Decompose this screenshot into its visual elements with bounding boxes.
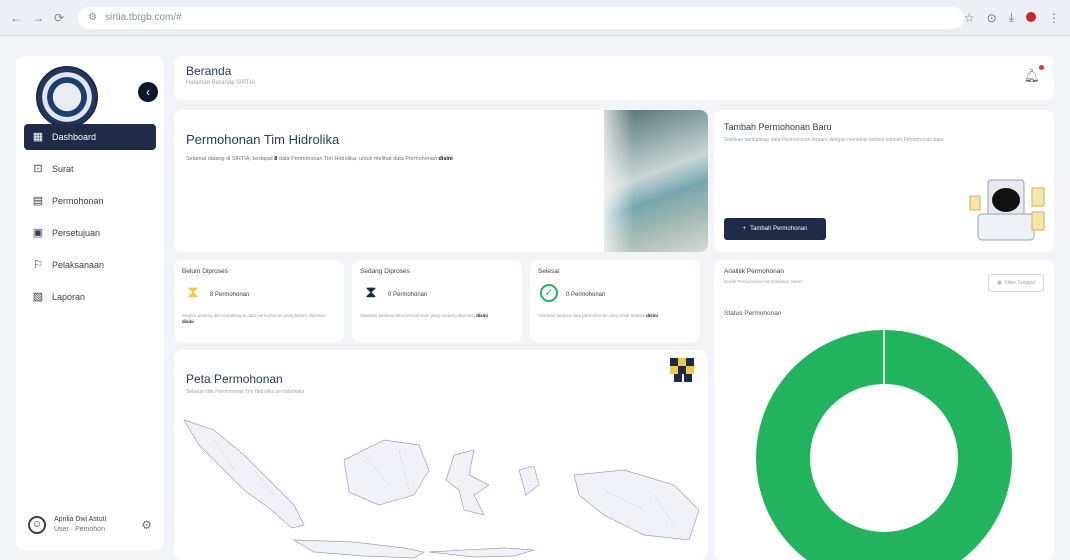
status-card-note: Silahkan periksa data permohonan yang se… — [360, 313, 488, 318]
sidebar-item-label: Persetujuan — [52, 228, 101, 238]
menu-icon[interactable]: ⋮ — [1048, 11, 1060, 25]
status-card-link[interactable]: disini — [182, 319, 194, 324]
gear-icon[interactable]: ⚙ — [141, 518, 152, 532]
map-logo-icon — [670, 358, 694, 382]
collapse-sidebar-button[interactable]: ‹ — [138, 82, 158, 102]
address-bar[interactable]: ⚙ sirtia.tbrgb.com/# — [78, 6, 964, 29]
user-name: Aprilia Dwi Astuti — [54, 516, 107, 523]
add-request-button[interactable]: + Tambah Permohonan — [724, 218, 826, 240]
document-icon: ▤ — [32, 195, 44, 207]
add-card-description: Silahkan tambahkan data Permohonan terba… — [724, 137, 944, 143]
hero-card: Permohonan Tim Hidrolika Selamat datang … — [174, 110, 708, 252]
sidebar-item-permohonan[interactable]: ▤ Permohonan — [24, 188, 156, 214]
avatar: ☺ — [28, 516, 46, 534]
status-card-link[interactable]: disini — [646, 313, 658, 318]
sidebar-item-label: Surat — [52, 164, 74, 174]
forward-icon[interactable]: → — [32, 11, 44, 25]
file-check-icon: ▣ — [32, 227, 44, 239]
user-role: User · Pemohon — [54, 526, 105, 533]
hourglass-icon: ⧗ — [365, 284, 377, 301]
grid-icon: ▦ — [32, 131, 44, 143]
inbox-icon: ⊡ — [33, 163, 43, 175]
browser-toolbar: ← → ⟳ ⚙ sirtia.tbrgb.com/# ☆ ⊙ ⤓ ⋮ — [0, 0, 1070, 36]
calendar-icon: ▦ — [997, 280, 1002, 286]
map-description: Sebaran titik Permohonan Tim Hidrolika s… — [186, 389, 305, 395]
donut-slice-belum-diproses[interactable] — [756, 330, 1012, 560]
map-region-java — [292, 539, 425, 559]
indonesia-map[interactable] — [174, 400, 708, 560]
analytics-description: Grafik Permohonan berdasarkan status — [724, 279, 803, 284]
status-card-label: Selesai — [538, 268, 560, 275]
sidebar-item-label: Laporan — [52, 292, 86, 302]
filter-date-label: Filter Tanggal — [1004, 280, 1035, 286]
status-donut-chart — [756, 330, 1012, 560]
add-card-title: Tambah Permohonan Baru — [724, 122, 832, 132]
plus-icon: + — [742, 226, 747, 232]
map-region-maluku — [518, 465, 540, 496]
sidebar-item-surat[interactable]: ⊡ Surat — [24, 156, 156, 182]
map-title: Peta Permohonan — [186, 372, 283, 386]
chart-title: Status Permohonan — [724, 310, 782, 317]
hero-link[interactable]: disini — [438, 156, 452, 162]
map-region-sulawesi — [445, 449, 490, 516]
filter-date-button[interactable]: ▦ Filter Tanggal — [988, 274, 1044, 292]
download-icon[interactable]: ⤓ — [1009, 10, 1014, 25]
hero-title: Permohonan Tim Hidrolika — [186, 132, 340, 147]
sidebar-item-laporan[interactable]: ▧ Laporan — [24, 284, 156, 310]
status-card-link[interactable]: disini — [476, 313, 488, 318]
status-card-count: 0 Permohonan — [388, 292, 428, 298]
notification-dot — [1039, 65, 1044, 70]
add-request-label: Tambah Permohonan — [750, 226, 808, 232]
sidebar-menu: ▦ Dashboard ⊡ Surat ▤ Permohonan ▣ Persetujuan ⚐… — [24, 124, 156, 316]
map-region-kalimantan — [343, 439, 430, 506]
flag-icon: ⚐ — [33, 259, 43, 271]
status-card-count: 0 Permohonan — [566, 292, 606, 298]
extensions-icon[interactable]: ⊙ — [987, 11, 997, 25]
sidebar-item-label: Dashboard — [52, 132, 97, 142]
profile-icon[interactable] — [1026, 11, 1036, 25]
page-title: Beranda — [186, 64, 232, 78]
illustration-icon — [969, 179, 1045, 241]
map-region-sumatra — [183, 419, 305, 529]
hourglass-start-icon: ⧗ — [187, 284, 199, 301]
bookmark-icon[interactable]: ☆ — [964, 11, 975, 25]
add-request-card: Tambah Permohonan Baru Silahkan tambahka… — [714, 110, 1054, 252]
reload-icon[interactable]: ⟳ — [54, 11, 64, 25]
check-circle-icon: ✓ — [540, 284, 558, 302]
hero-description: Selamat datang di SIRTIA, terdapat 8 dat… — [186, 156, 453, 162]
sidebar-item-persetujuan[interactable]: ▣ Persetujuan — [24, 220, 156, 246]
site-info-icon[interactable]: ⚙ — [88, 12, 97, 23]
status-card-note: Segera periksa dan tindaklanjuti data pe… — [182, 313, 326, 324]
url-text: sirtia.tbrgb.com/# — [105, 12, 182, 23]
report-icon: ▧ — [32, 291, 44, 303]
status-card-label: Sedang Diproses — [360, 268, 410, 275]
status-card-count: 8 Permohonan — [210, 292, 250, 298]
app-logo — [36, 66, 98, 128]
analytics-card: Analitik Permohonan Grafik Permohonan be… — [714, 260, 1054, 560]
sidebar-item-dashboard[interactable]: ▦ Dashboard — [24, 124, 156, 150]
analytics-title: Analitik Permohonan — [724, 268, 784, 275]
sidebar-item-label: Pelaksanaan — [52, 260, 105, 270]
status-card-note: Silahkan periksa data permohonan yang te… — [538, 313, 658, 318]
sidebar: ‹ ▦ Dashboard ⊡ Surat ▤ Permohonan ▣ Persetujua… — [16, 56, 164, 550]
page-subtitle: Halaman Beranda SIRTIA — [186, 80, 256, 86]
status-card: Belum Diproses ⧗ 8 Permohonan Segera periks… — [174, 260, 344, 342]
status-card: Selesai ✓ 0 Permohonan Silahkan periksa dat… — [530, 260, 700, 342]
sidebar-item-label: Permohonan — [52, 196, 104, 206]
map-region-nusa-tenggara — [428, 547, 535, 558]
page-header: Beranda Halaman Beranda SIRTIA 🔔︎ — [174, 56, 1054, 100]
status-card-label: Belum Diproses — [182, 268, 228, 275]
map-card: Peta Permohonan Sebaran titik Permohonan… — [174, 350, 708, 560]
back-icon[interactable]: ← — [10, 11, 22, 25]
status-card: Sedang Diproses ⧗ 0 Permohonan Silahkan per… — [352, 260, 522, 342]
user-profile[interactable]: ☺ Aprilia Dwi Astuti User · Pemohon ⚙ — [24, 508, 156, 542]
sidebar-item-pelaksanaan[interactable]: ⚐ Pelaksanaan — [24, 252, 156, 278]
bell-icon[interactable]: 🔔︎ — [1023, 68, 1040, 84]
map-region-papua — [573, 469, 700, 541]
